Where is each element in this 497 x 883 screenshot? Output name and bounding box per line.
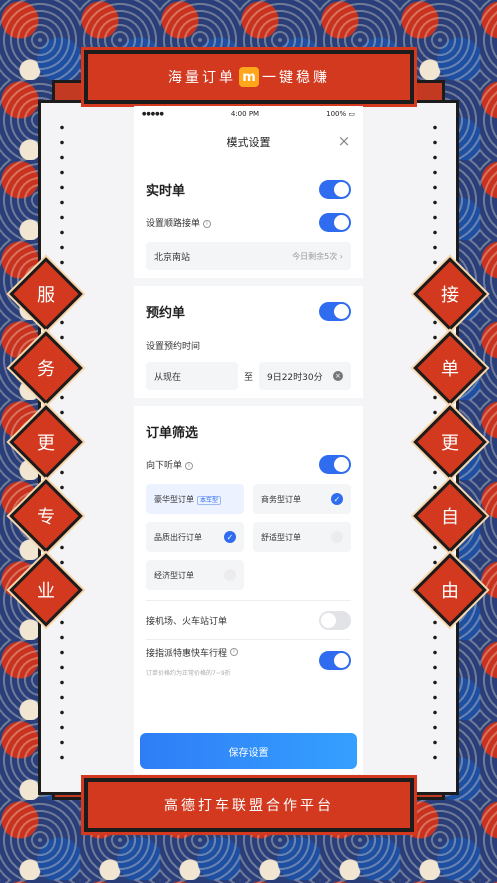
info-icon[interactable]: i	[230, 647, 239, 656]
realtime-title: 实时单	[146, 184, 186, 199]
express-note: 订单价格约为正常价格的7~9折	[146, 670, 231, 677]
station-name: 北京南站	[154, 252, 191, 263]
top-banner: 海量订单 m 一键稳赚	[84, 50, 414, 104]
bottom-banner-text: 高德打车联盟合作平台	[164, 798, 334, 814]
check-icon: ✓	[224, 531, 236, 543]
time-from-value: 从现在	[154, 372, 182, 383]
right-slogan-char: 更	[441, 433, 459, 454]
check-icon: ✓	[331, 493, 343, 505]
reservation-time-range: 从现在 至 9日22时30分 ×	[146, 362, 351, 390]
brand-logo-icon: m	[239, 67, 259, 87]
airport-row: 接机场、火车站订单	[134, 601, 363, 639]
left-slogan-char: 更	[37, 433, 55, 454]
unchecked-icon	[331, 531, 343, 543]
time-until-field[interactable]: 9日22时30分 ×	[258, 362, 351, 390]
modal-title: 模式设置	[226, 136, 271, 149]
down-row: 向下听单 i	[146, 455, 351, 474]
route-label: 设置顺路接单	[146, 219, 201, 229]
option-label: 品质出行订单	[154, 532, 202, 542]
bottom-banner: 高德打车联盟合作平台	[84, 778, 414, 832]
reservation-time-label: 设置预约时间	[146, 342, 201, 352]
info-icon[interactable]: i	[185, 461, 194, 470]
option-comfort[interactable]: 舒适型订单	[253, 522, 351, 552]
save-settings-button[interactable]: 保存设置	[140, 733, 357, 769]
clear-icon[interactable]: ×	[332, 371, 343, 381]
section-divider	[134, 278, 363, 286]
order-type-grid: 豪华型订单 本车型 商务型订单 ✓ 品质出行订单 ✓ 舒适型订单 经济型订单	[146, 484, 351, 590]
option-label: 豪华型订单	[154, 494, 194, 504]
express-toggle[interactable]	[319, 650, 351, 670]
status-bar: ●●●●● 4:00 PM 100% ▭	[134, 106, 363, 122]
top-banner-text-2: 一键稳赚	[262, 70, 330, 86]
left-slogan-char: 业	[37, 581, 55, 602]
option-business[interactable]: 商务型订单 ✓	[253, 484, 351, 514]
remaining-count: 今日剩余5次	[292, 251, 338, 261]
modal-header: 模式设置 ×	[134, 122, 363, 162]
airport-toggle[interactable]	[319, 610, 351, 630]
option-label: 商务型订单	[261, 494, 301, 504]
option-luxury[interactable]: 豪华型订单 本车型	[146, 484, 244, 514]
down-label: 向下听单	[146, 461, 183, 471]
chevron-right-icon: ›	[339, 251, 343, 261]
left-slogan-char: 务	[37, 359, 55, 380]
right-slogan-char: 接	[441, 285, 459, 306]
route-row: 设置顺路接单 i	[146, 213, 351, 232]
filter-title: 订单筛选	[146, 426, 199, 441]
route-toggle[interactable]	[319, 213, 351, 232]
signal-icon: ●●●●●	[142, 111, 164, 117]
option-label: 经济型订单	[154, 570, 194, 580]
time-to-word: 至	[243, 372, 253, 383]
time-from-field[interactable]: 从现在	[146, 362, 238, 390]
station-selector[interactable]: 北京南站 今日剩余5次 ›	[146, 242, 351, 270]
battery-level: 100%	[326, 110, 347, 118]
realtime-row: 实时单	[146, 180, 351, 199]
reservation-row: 预约单	[146, 302, 351, 321]
battery-icon: 100% ▭	[326, 110, 355, 118]
express-row: 接指派特惠快车行程 i 订单价格约为正常价格的7~9折	[134, 640, 363, 680]
reservation-toggle[interactable]	[319, 302, 351, 321]
info-icon[interactable]: i	[203, 219, 212, 228]
status-time: 4:00 PM	[230, 110, 260, 118]
option-label: 舒适型订单	[261, 532, 301, 542]
reservation-title: 预约单	[146, 306, 186, 321]
time-until-value: 9日22时30分	[266, 372, 323, 383]
realtime-toggle[interactable]	[319, 180, 351, 199]
right-slogan-char: 由	[441, 581, 459, 602]
phone-screen: ●●●●● 4:00 PM 100% ▭ 模式设置 × 实时单 设置顺路接单 i …	[134, 106, 363, 774]
right-slogan-char: 自	[441, 507, 459, 528]
left-slogan-char: 服	[37, 285, 55, 306]
option-economy[interactable]: 经济型订单	[146, 560, 244, 590]
section-divider	[134, 398, 363, 406]
left-slogan-char: 专	[37, 507, 55, 528]
close-icon[interactable]: ×	[337, 134, 351, 149]
airport-label: 接机场、火车站订单	[146, 616, 228, 627]
right-slogan-char: 单	[441, 359, 459, 380]
express-label: 接指派特惠快车行程	[146, 649, 228, 659]
unchecked-icon	[224, 569, 236, 581]
current-model-badge: 本车型	[197, 495, 222, 505]
down-toggle[interactable]	[319, 455, 351, 474]
top-banner-text-1: 海量订单	[168, 70, 236, 86]
option-premium[interactable]: 品质出行订单 ✓	[146, 522, 244, 552]
